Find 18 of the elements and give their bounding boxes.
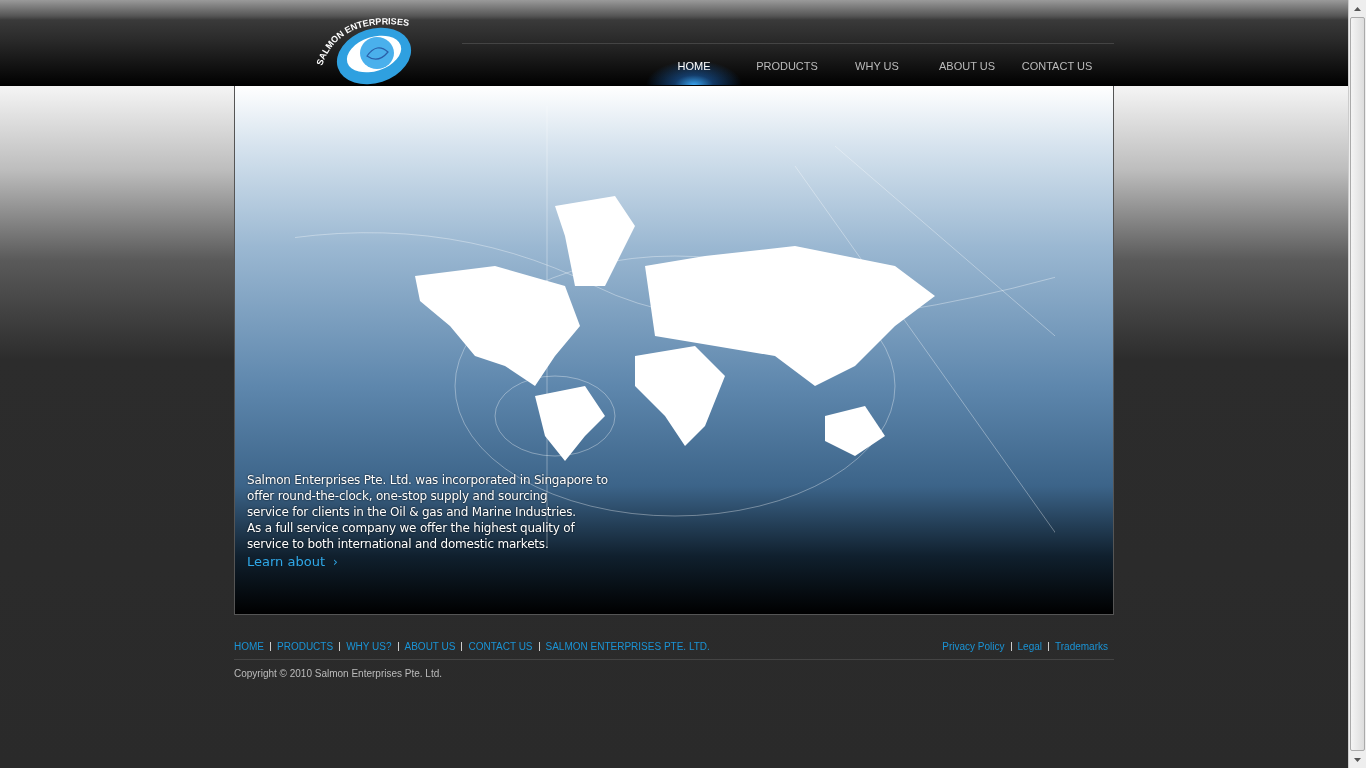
footer-link[interactable]: Trademarks xyxy=(1055,641,1108,652)
footer-link[interactable]: WHY US? xyxy=(346,641,392,652)
nav-link[interactable]: WHY US xyxy=(832,44,922,85)
copyright-text: Copyright © 2010 Salmon Enterprises Pte. Ltd. xyxy=(234,668,444,679)
footer-link[interactable]: SALMON ENTERPRISES PTE. LTD. xyxy=(545,641,710,652)
intro-paragraph: Salmon Enterprises Pte. Ltd. was incorporated in Singapore to offer round-the-clock, one-stop supply and sourcing service for clients in the Oil & gas and Marine Industries. As a full service company we offer the highest quality of service to both international and domestic markets. xyxy=(247,472,608,552)
down-arrow-icon[interactable] xyxy=(1354,757,1361,762)
footer-link[interactable]: Legal xyxy=(1017,641,1042,652)
nav-link[interactable]: CONTACT US xyxy=(1012,44,1102,85)
up-arrow-icon[interactable] xyxy=(1354,6,1361,11)
nav-link[interactable]: ABOUT US xyxy=(922,44,1012,85)
nav-link[interactable]: PRODUCTS xyxy=(742,44,832,85)
footer-link[interactable]: Privacy Policy xyxy=(942,641,1005,652)
footer-link[interactable]: CONTACT US xyxy=(468,641,533,652)
learn-about-link[interactable]: Learn about › xyxy=(247,554,338,569)
footer-link[interactable]: ABOUT US xyxy=(404,641,456,652)
footer-link[interactable]: PRODUCTS xyxy=(277,641,334,652)
footer-link[interactable]: HOME xyxy=(234,641,264,652)
